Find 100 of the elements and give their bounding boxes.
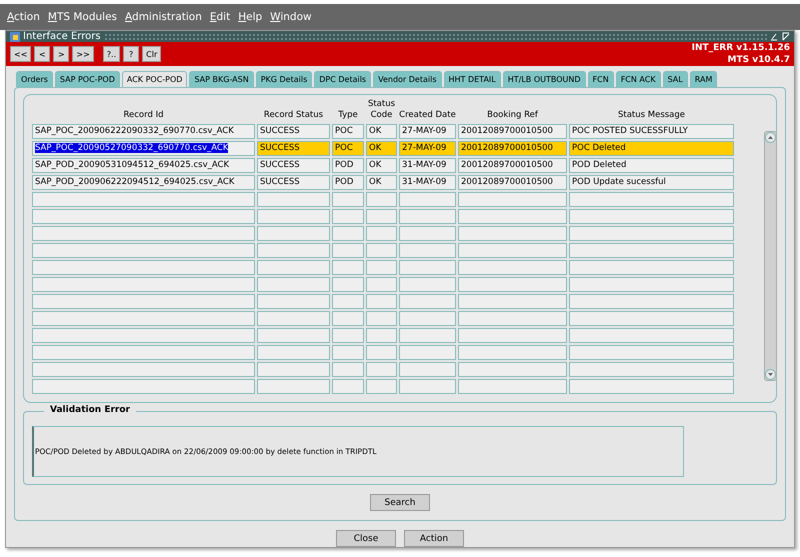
- table-cell[interactable]: POD: [332, 158, 364, 173]
- empty-cell[interactable]: [257, 328, 330, 343]
- resize-icon[interactable]: [770, 32, 790, 41]
- empty-cell[interactable]: [458, 311, 567, 326]
- empty-cell[interactable]: [366, 209, 397, 224]
- table-cell[interactable]: POD Deleted: [569, 158, 734, 173]
- empty-cell[interactable]: [366, 260, 397, 275]
- empty-cell[interactable]: [569, 328, 734, 343]
- toolbar-button[interactable]: ?..: [102, 46, 120, 62]
- toolbar-button[interactable]: >: [53, 46, 70, 62]
- empty-cell[interactable]: [458, 209, 567, 224]
- menu-item[interactable]: Administration: [125, 11, 202, 23]
- empty-cell[interactable]: [257, 243, 330, 258]
- scroll-up-icon[interactable]: [765, 132, 776, 143]
- empty-cell[interactable]: [332, 243, 364, 258]
- empty-cell[interactable]: [332, 294, 364, 309]
- empty-cell[interactable]: [332, 192, 364, 207]
- tab[interactable]: PKG Details: [256, 71, 312, 87]
- empty-cell[interactable]: [569, 345, 734, 360]
- empty-cell[interactable]: [366, 243, 397, 258]
- empty-cell[interactable]: [458, 328, 567, 343]
- empty-cell[interactable]: [257, 277, 330, 292]
- scroll-down-icon[interactable]: [765, 369, 776, 380]
- empty-cell[interactable]: [399, 294, 456, 309]
- toolbar-button[interactable]: >>: [72, 46, 94, 62]
- empty-cell[interactable]: [569, 243, 734, 258]
- empty-cell[interactable]: [257, 379, 330, 394]
- tab[interactable]: ACK POC-POD: [122, 71, 188, 87]
- table-cell[interactable]: POC POSTED SUCESSFULLY: [569, 124, 734, 139]
- empty-cell[interactable]: [257, 209, 330, 224]
- empty-cell[interactable]: [569, 226, 734, 241]
- empty-cell[interactable]: [332, 328, 364, 343]
- empty-cell[interactable]: [569, 277, 734, 292]
- tab[interactable]: Vendor Details: [373, 71, 442, 87]
- empty-cell[interactable]: [399, 277, 456, 292]
- scrollbar[interactable]: [764, 131, 777, 381]
- empty-cell[interactable]: [458, 379, 567, 394]
- table-cell[interactable]: POC: [332, 124, 364, 139]
- tab[interactable]: FCN ACK: [616, 71, 661, 87]
- table-cell[interactable]: 27-MAY-09: [399, 141, 456, 156]
- empty-cell[interactable]: [399, 209, 456, 224]
- empty-cell[interactable]: [257, 362, 330, 377]
- empty-cell[interactable]: [32, 226, 255, 241]
- empty-cell[interactable]: [569, 311, 734, 326]
- menu-item[interactable]: Edit: [210, 11, 230, 23]
- table-cell[interactable]: 20012089700010500: [458, 175, 567, 190]
- empty-cell[interactable]: [366, 226, 397, 241]
- tab[interactable]: SAP BKG-ASN: [189, 71, 254, 87]
- empty-cell[interactable]: [332, 260, 364, 275]
- table-cell[interactable]: 27-MAY-09: [399, 124, 456, 139]
- empty-cell[interactable]: [458, 192, 567, 207]
- table-cell[interactable]: SUCCESS: [257, 141, 330, 156]
- tab[interactable]: SAL: [662, 71, 688, 87]
- table-cell[interactable]: SUCCESS: [257, 175, 330, 190]
- empty-cell[interactable]: [366, 379, 397, 394]
- empty-cell[interactable]: [458, 260, 567, 275]
- empty-cell[interactable]: [32, 328, 255, 343]
- empty-cell[interactable]: [399, 192, 456, 207]
- empty-cell[interactable]: [569, 192, 734, 207]
- empty-cell[interactable]: [332, 311, 364, 326]
- table-cell[interactable]: 20012089700010500: [458, 141, 567, 156]
- empty-cell[interactable]: [332, 345, 364, 360]
- empty-cell[interactable]: [366, 311, 397, 326]
- menu-item[interactable]: Window: [270, 11, 312, 23]
- empty-cell[interactable]: [257, 192, 330, 207]
- toolbar-button[interactable]: Clr: [142, 46, 162, 62]
- empty-cell[interactable]: [332, 209, 364, 224]
- empty-cell[interactable]: [399, 243, 456, 258]
- empty-cell[interactable]: [257, 345, 330, 360]
- table-cell[interactable]: POC: [332, 141, 364, 156]
- table-cell[interactable]: SAP_POD_200906222094512_694025.csv_ACK: [32, 175, 255, 190]
- empty-cell[interactable]: [366, 362, 397, 377]
- empty-cell[interactable]: [458, 362, 567, 377]
- empty-cell[interactable]: [32, 243, 255, 258]
- table-cell[interactable]: OK: [366, 158, 397, 173]
- table-cell[interactable]: POD: [332, 175, 364, 190]
- empty-cell[interactable]: [399, 311, 456, 326]
- empty-cell[interactable]: [399, 226, 456, 241]
- empty-cell[interactable]: [332, 362, 364, 377]
- empty-cell[interactable]: [569, 379, 734, 394]
- empty-cell[interactable]: [32, 345, 255, 360]
- empty-cell[interactable]: [399, 345, 456, 360]
- empty-cell[interactable]: [366, 294, 397, 309]
- tab[interactable]: Orders: [16, 71, 53, 87]
- search-button[interactable]: Search: [370, 494, 430, 511]
- empty-cell[interactable]: [257, 260, 330, 275]
- dialog-button[interactable]: Close: [336, 530, 396, 547]
- empty-cell[interactable]: [366, 345, 397, 360]
- toolbar-button[interactable]: ?: [123, 46, 140, 62]
- menu-item[interactable]: MTS Modules: [48, 11, 118, 23]
- empty-cell[interactable]: [32, 192, 255, 207]
- tab[interactable]: HHT DETAIL: [444, 71, 501, 87]
- empty-cell[interactable]: [366, 328, 397, 343]
- empty-cell[interactable]: [332, 226, 364, 241]
- empty-cell[interactable]: [569, 209, 734, 224]
- empty-cell[interactable]: [32, 362, 255, 377]
- table-cell[interactable]: SAP_POC_200906222090332_690770.csv_ACK: [32, 124, 255, 139]
- tab[interactable]: RAM: [690, 71, 718, 87]
- table-cell[interactable]: SAP_POD_20090531094512_694025.csv_ACK: [32, 158, 255, 173]
- table-cell[interactable]: 20012089700010500: [458, 158, 567, 173]
